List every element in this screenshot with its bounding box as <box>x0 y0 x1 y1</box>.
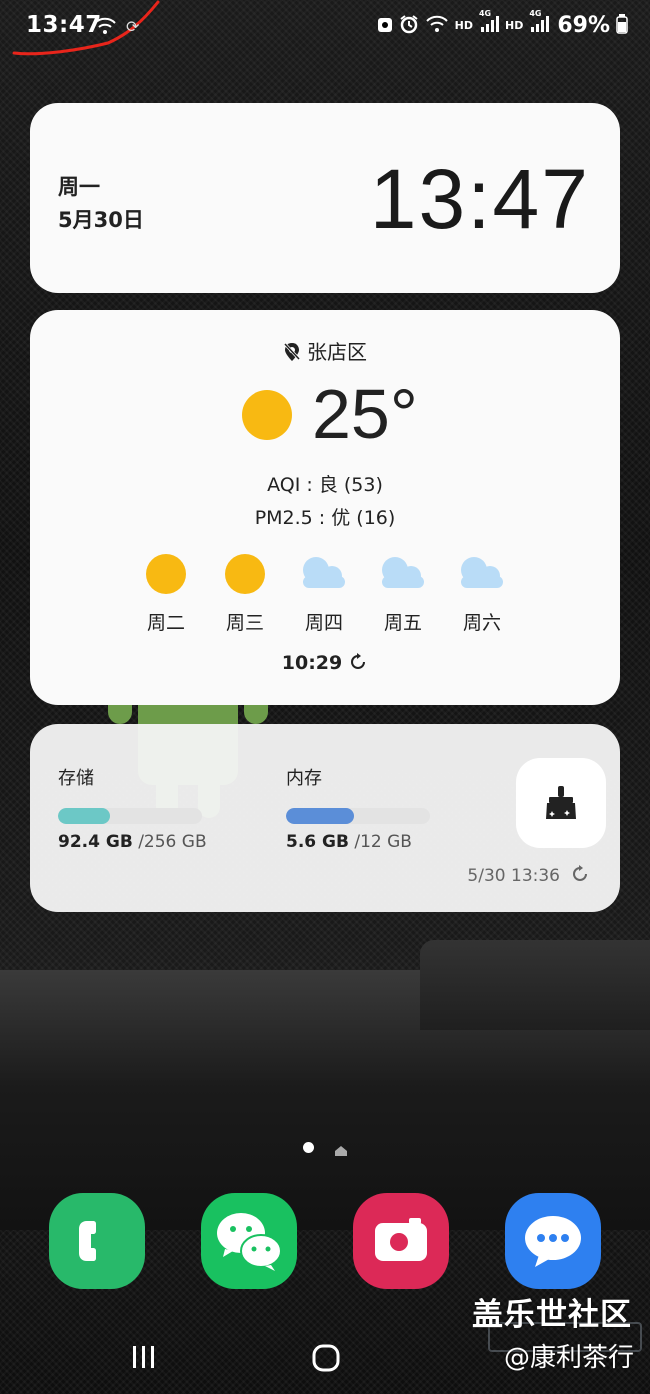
camera-app[interactable] <box>353 1193 449 1289</box>
forecast-day: 周五 <box>373 552 433 635</box>
clock-date: 5月30日 <box>58 208 144 232</box>
wechat-app[interactable] <box>201 1193 297 1289</box>
storage-used: 92.4 GB <box>58 832 133 852</box>
weather-forecast: 周二 周三 周四 周五 周六 <box>136 552 536 635</box>
device-care-updated-time: 5/30 13:36 <box>467 866 560 886</box>
refresh-icon[interactable] <box>348 652 368 677</box>
forecast-day: 周六 <box>452 552 512 635</box>
forecast-day-label: 周五 <box>383 612 422 634</box>
refresh-icon[interactable] <box>570 864 590 889</box>
sun-icon <box>242 390 292 440</box>
device-care-updated: 5/30 13:36 <box>467 864 590 889</box>
forecast-day-label: 周三 <box>225 612 264 634</box>
forecast-day: 周四 <box>294 552 354 635</box>
storage-bar <box>58 808 202 824</box>
signal-icon: 4G <box>479 9 499 36</box>
weather-location: 张店区 <box>30 336 620 367</box>
location-off-icon <box>283 342 301 367</box>
forecast-day: 周二 <box>136 552 196 635</box>
clock-widget[interactable]: 周一 5月30日 13:47 <box>30 103 620 293</box>
signal-icon: 4G <box>529 9 550 36</box>
phone-app[interactable] <box>49 1193 145 1289</box>
page-indicator[interactable] <box>300 1140 360 1156</box>
sun-icon <box>225 554 265 594</box>
wechat-icon <box>217 1213 282 1271</box>
forecast-day: 周三 <box>215 552 275 635</box>
weather-pm25: PM2.5 : 优 (16) <box>254 507 396 529</box>
cloud-icon <box>294 552 354 596</box>
status-time: 13:47 <box>26 12 102 38</box>
home-button[interactable] <box>311 1343 341 1377</box>
sun-icon <box>146 554 186 594</box>
clean-now-button[interactable] <box>516 758 606 848</box>
memory-label: 内存 <box>286 768 322 789</box>
broom-icon <box>543 784 579 826</box>
weather-aqi: AQI : 良 (53) <box>267 474 383 496</box>
battery-percent: 69% <box>557 13 610 38</box>
hd-label: HD <box>504 19 524 32</box>
battery-saver-icon <box>377 15 393 36</box>
forecast-day-label: 周六 <box>462 612 501 634</box>
memory-total: /12 GB <box>354 832 412 852</box>
storage-total: /256 GB <box>138 832 207 852</box>
wifi-icon <box>93 17 117 39</box>
hd-label: HD <box>454 19 473 32</box>
camera-icon <box>375 1218 427 1261</box>
cloud-icon <box>373 552 433 596</box>
cloud-icon <box>452 552 512 596</box>
memory-bar <box>286 808 430 824</box>
phone-icon <box>79 1221 96 1261</box>
chat-bubble-icon <box>525 1216 581 1267</box>
alarm-icon <box>399 14 419 37</box>
sync-icon: ⟳ <box>126 17 140 36</box>
weather-temperature: 25° <box>312 375 418 453</box>
home-page-indicator-icon <box>334 1142 348 1161</box>
watermark-community: 盖乐世社区 <box>472 1297 632 1333</box>
clock-time: 13:47 <box>369 152 590 246</box>
weather-updated: 10:29 <box>30 652 620 677</box>
watermark-author: @康利茶行 <box>503 1343 634 1373</box>
page-dot-active <box>303 1142 314 1153</box>
messages-app[interactable] <box>505 1193 601 1289</box>
storage-section: 存储 92.4 GB /256 GB <box>58 764 238 852</box>
memory-section: 内存 5.6 GB /12 GB <box>286 764 466 852</box>
storage-value: 92.4 GB /256 GB <box>58 832 238 852</box>
forecast-day-label: 周四 <box>304 612 343 634</box>
device-care-widget[interactable]: 存储 92.4 GB /256 GB 内存 5.6 GB /12 GB 5/30… <box>30 724 620 912</box>
recents-button[interactable] <box>131 1345 157 1373</box>
battery-icon <box>616 14 628 37</box>
memory-value: 5.6 GB /12 GB <box>286 832 466 852</box>
status-bar: 13:47 ⟳ HD 4G HD 4G 69% <box>0 0 650 56</box>
clock-day: 周一 <box>58 175 100 199</box>
forecast-day-label: 周二 <box>146 612 185 634</box>
weather-widget[interactable]: 张店区 25° AQI : 良 (53) PM2.5 : 优 (16) 周二 周… <box>30 310 620 705</box>
weather-location-label: 张店区 <box>307 340 367 364</box>
wallpaper-band-step <box>420 940 650 1030</box>
status-icons: HD 4G HD 4G 69% <box>377 9 628 38</box>
memory-used: 5.6 GB <box>286 832 349 852</box>
storage-label: 存储 <box>58 768 94 789</box>
wifi-icon <box>425 15 449 36</box>
weather-updated-time: 10:29 <box>281 652 343 674</box>
